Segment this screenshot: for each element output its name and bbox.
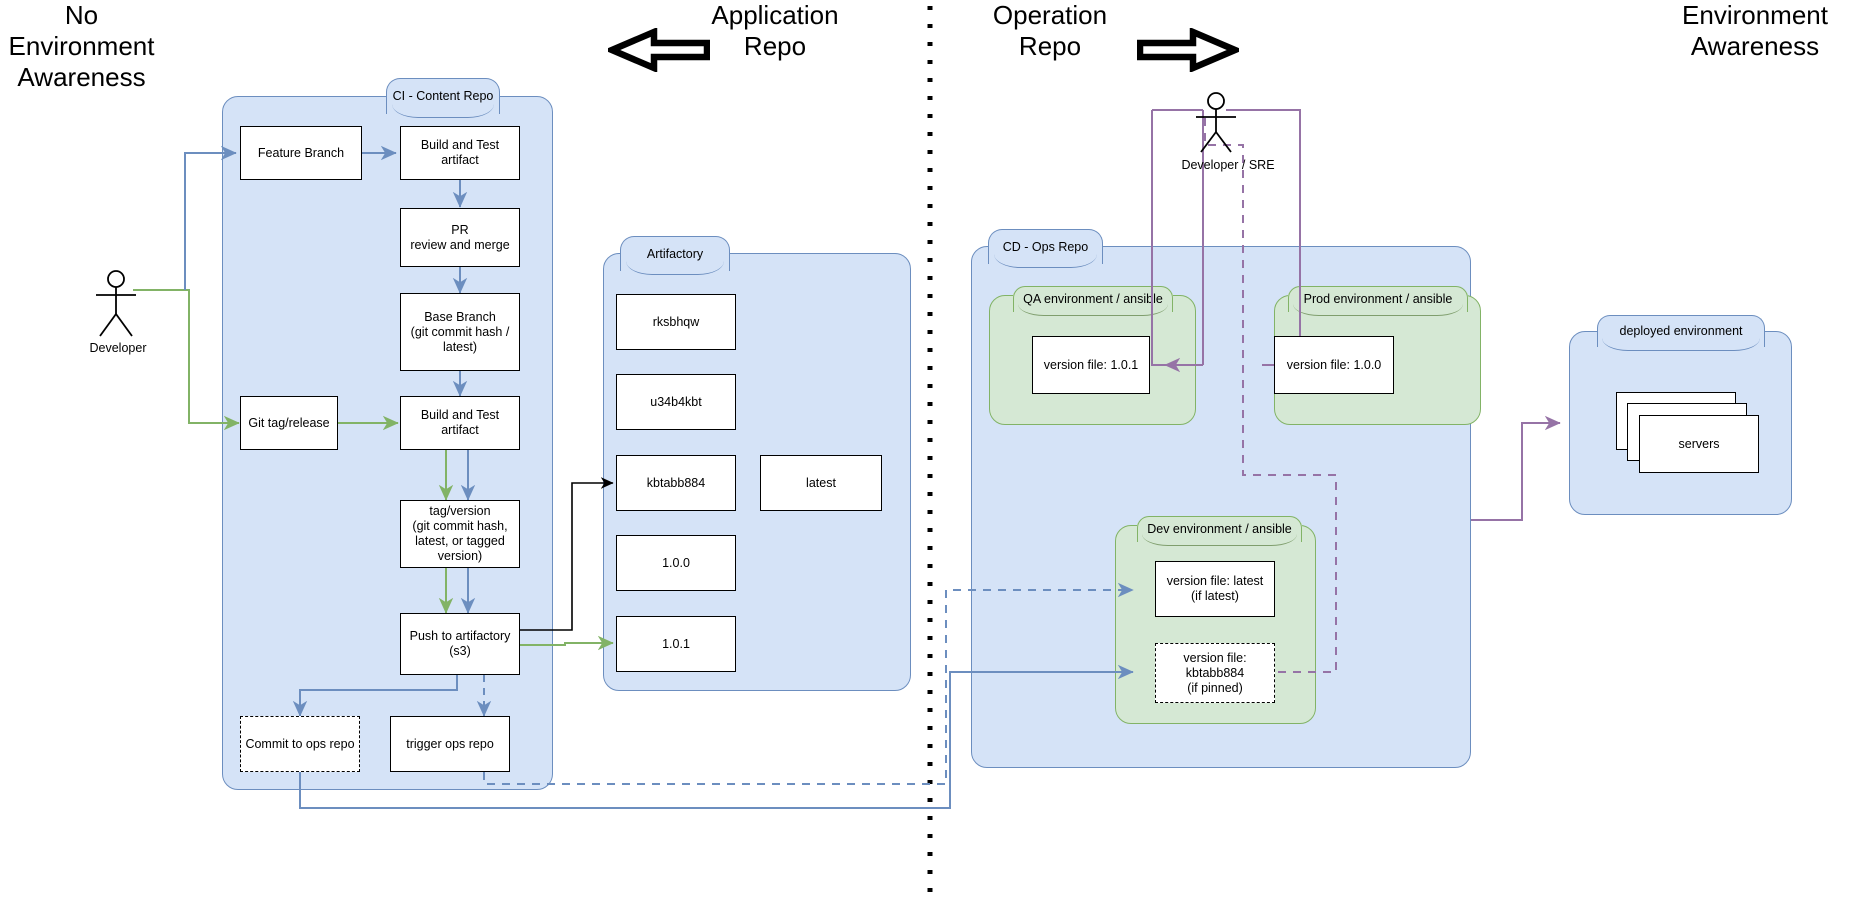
artifactory-title: Artifactory (646, 246, 704, 261)
artifact-item-4[interactable]: 1.0.1 (616, 616, 736, 672)
dev-tab-underline (1142, 534, 1297, 546)
qa-version-file[interactable]: version file: 1.0.1 (1032, 336, 1150, 394)
prod-tab-underline (1293, 304, 1463, 316)
node-build-and-test-artifact-1[interactable]: Build and Test artifact (400, 126, 520, 180)
qa-tab-underline (1018, 304, 1168, 316)
cd-tab-underline (994, 254, 1097, 268)
developer-actor-icon (96, 270, 136, 337)
developer-sre-actor-label: Developer / SRE (1181, 158, 1275, 172)
node-git-tag-release[interactable]: Git tag/release (240, 396, 338, 450)
artifact-item-2[interactable]: kbtabb884 (616, 455, 736, 511)
node-pr-review-and-merge[interactable]: PR review and merge (400, 208, 520, 267)
developer-sre-actor-icon (1196, 92, 1236, 153)
cd-ops-repo-title: CD - Ops Repo (1002, 239, 1089, 254)
heading-no-environment-awareness: No Environment Awareness (8, 0, 155, 92)
diagram-canvas: No Environment Awareness Application Rep… (0, 0, 1851, 897)
node-base-branch[interactable]: Base Branch (git commit hash / latest) (400, 293, 520, 371)
dev-version-file-pinned[interactable]: version file: kbtabb884 (if pinned) (1155, 643, 1275, 703)
deployed-tab-underline (1602, 338, 1760, 351)
heading-application-repo: Application Repo (711, 0, 839, 61)
prod-version-file[interactable]: version file: 1.0.0 (1274, 336, 1394, 394)
server-card-front[interactable]: servers (1639, 415, 1759, 473)
dev-version-file-latest[interactable]: version file: latest (if latest) (1155, 561, 1275, 617)
artifact-item-0[interactable]: rksbhqw (616, 294, 736, 350)
artifactory-tab-underline (626, 261, 724, 275)
deployed-environment-title: deployed environment (1619, 324, 1743, 338)
node-tag-version[interactable]: tag/version (git commit hash, latest, or… (400, 500, 520, 568)
node-push-to-artifactory[interactable]: Push to artifactory (s3) (400, 613, 520, 675)
artifact-item-1[interactable]: u34b4kbt (616, 374, 736, 430)
developer-actor-label: Developer (89, 341, 147, 355)
node-commit-to-ops-repo[interactable]: Commit to ops repo (240, 716, 360, 772)
ci-tab-underline (392, 104, 494, 118)
artifact-latest-tag[interactable]: latest (760, 455, 882, 511)
node-feature-branch[interactable]: Feature Branch (240, 126, 362, 180)
artifact-item-3[interactable]: 1.0.0 (616, 535, 736, 591)
ci-content-repo-title: CI - Content Repo (392, 89, 494, 103)
node-build-and-test-artifact-2[interactable]: Build and Test artifact (400, 396, 520, 450)
heading-environment-awareness: Environment Awareness (1682, 0, 1828, 61)
node-trigger-ops-repo[interactable]: trigger ops repo (390, 716, 510, 772)
heading-operation-repo: Operation Repo (992, 0, 1108, 61)
block-arrow-left (608, 28, 710, 72)
block-arrow-right (1137, 28, 1239, 72)
